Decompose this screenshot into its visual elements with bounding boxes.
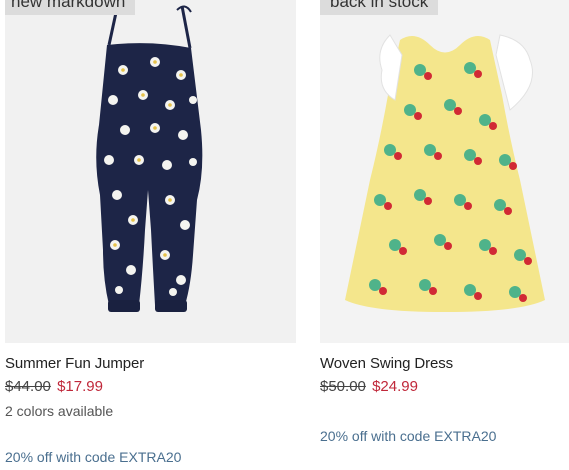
- product-prices: $50.00 $24.99: [320, 378, 569, 396]
- promo-text: 20% off with code EXTRA20: [5, 449, 182, 465]
- product-badge: back in stock: [320, 0, 439, 15]
- product-image-summer-fun-jumper[interactable]: new markdown: [5, 0, 296, 343]
- product-title[interactable]: Woven Swing Dress: [320, 355, 569, 373]
- product-title[interactable]: Summer Fun Jumper: [5, 355, 296, 373]
- product-card-summer-fun-jumper[interactable]: new markdown Summer Fun Jumper $44.00 $1…: [5, 0, 296, 466]
- original-price: $50.00: [320, 378, 366, 395]
- product-card-woven-swing-dress[interactable]: back in stock Woven Swing Dress $50.00 $…: [320, 0, 569, 445]
- colors-available-note: 2 colors available: [5, 403, 114, 419]
- dress-illustration: [345, 34, 545, 312]
- original-price: $44.00: [5, 378, 51, 395]
- promo-text: 20% off with code EXTRA20: [320, 428, 497, 444]
- jumpsuit-illustration: [96, 5, 203, 312]
- product-badge: new markdown: [5, 0, 136, 15]
- sale-price: $24.99: [372, 378, 418, 395]
- product-image-woven-swing-dress[interactable]: back in stock: [320, 0, 569, 343]
- sale-price: $17.99: [57, 378, 103, 395]
- product-prices: $44.00 $17.99: [5, 378, 296, 396]
